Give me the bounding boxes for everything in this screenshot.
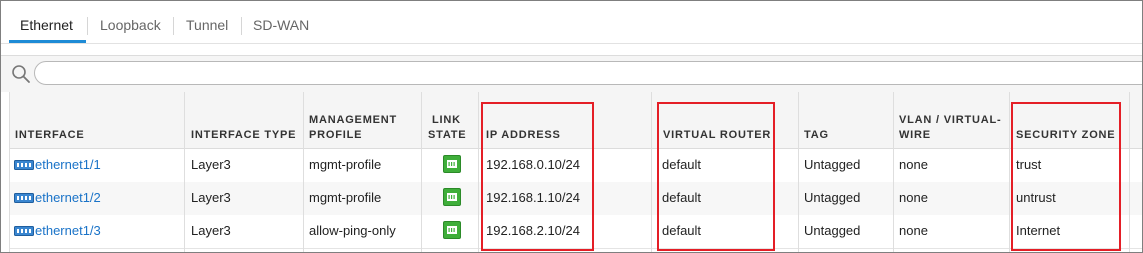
search-icon[interactable] [11, 64, 31, 84]
interface-type-cell: Layer3 [191, 223, 231, 238]
column-header-interface-type[interactable]: INTERFACE TYPE [191, 128, 296, 143]
column-header-link-state-line2[interactable]: STATE [428, 128, 466, 143]
column-divider[interactable] [893, 92, 894, 252]
virtual-router-cell: default [662, 223, 702, 238]
ip-address-cell: 192.168.0.10/24 [486, 157, 580, 172]
column-header-management-profile-line1[interactable]: MANAGEMENT [309, 113, 397, 128]
column-divider[interactable] [303, 92, 304, 252]
column-header-link-state-line1[interactable]: LINK [432, 113, 461, 128]
interfaces-panel: Ethernet Loopback Tunnel SD-WAN INTERFAC… [0, 0, 1143, 253]
interface-name: ethernet1/2 [35, 190, 101, 205]
link-up-icon [443, 221, 461, 239]
management-profile-cell: mgmt-profile [309, 190, 382, 205]
tab-sd-wan[interactable]: SD-WAN [253, 17, 309, 33]
ip-address-cell: 192.168.1.10/24 [486, 190, 580, 205]
tag-cell: Untagged [804, 190, 861, 205]
interfaces-table: INTERFACE INTERFACE TYPE MANAGEMENT PROF… [1, 92, 1142, 252]
virtual-router-cell: default [662, 190, 702, 205]
column-divider [1129, 92, 1130, 252]
interface-tabs: Ethernet Loopback Tunnel SD-WAN [1, 1, 1142, 44]
table-row[interactable]: ethernet1/2 Layer3 mgmt-profile 192.168.… [9, 182, 1142, 216]
column-header-virtual-router[interactable]: VIRTUAL ROUTER [663, 128, 771, 143]
link-up-icon [443, 188, 461, 206]
virtual-router-cell: default [662, 157, 702, 172]
interface-link[interactable]: ethernet1/1 [14, 157, 101, 172]
column-divider[interactable] [478, 92, 479, 252]
link-up-icon [443, 155, 461, 173]
ethernet-port-icon [14, 160, 34, 170]
table-row[interactable]: ethernet1/1 Layer3 mgmt-profile 192.168.… [9, 149, 1142, 183]
interface-type-cell: Layer3 [191, 190, 231, 205]
ethernet-port-icon [14, 193, 34, 203]
interface-link[interactable]: ethernet1/2 [14, 190, 101, 205]
tab-tunnel[interactable]: Tunnel [186, 17, 228, 33]
management-profile-cell: allow-ping-only [309, 223, 396, 238]
security-zone-cell: trust [1016, 157, 1042, 172]
ethernet-port-icon [14, 226, 34, 236]
column-divider[interactable] [651, 92, 652, 252]
table-header: INTERFACE INTERFACE TYPE MANAGEMENT PROF… [9, 92, 1142, 149]
security-zone-cell: untrust [1016, 190, 1056, 205]
interface-name: ethernet1/3 [35, 223, 101, 238]
interface-link[interactable]: ethernet1/3 [14, 223, 101, 238]
interface-type-cell: Layer3 [191, 157, 231, 172]
column-divider[interactable] [1009, 92, 1010, 252]
column-header-ip-address[interactable]: IP ADDRESS [486, 128, 561, 143]
management-profile-cell: mgmt-profile [309, 157, 382, 172]
active-tab-indicator [9, 40, 86, 43]
vlan-cell: none [899, 223, 928, 238]
tag-cell: Untagged [804, 157, 861, 172]
column-divider[interactable] [421, 92, 422, 252]
column-header-tag[interactable]: TAG [804, 128, 829, 143]
tab-ethernet[interactable]: Ethernet [20, 17, 73, 33]
security-zone-cell: Internet [1016, 223, 1061, 238]
tag-cell: Untagged [804, 223, 861, 238]
tab-divider [241, 17, 242, 35]
interface-name: ethernet1/1 [35, 157, 101, 172]
search-input[interactable] [34, 61, 1142, 85]
vlan-cell: none [899, 190, 928, 205]
column-divider[interactable] [184, 92, 185, 252]
column-header-vlan-line1[interactable]: VLAN / VIRTUAL- [899, 113, 1001, 128]
tab-loopback[interactable]: Loopback [100, 17, 161, 33]
table-row[interactable]: ethernet1/3 Layer3 allow-ping-only 192.1… [9, 215, 1142, 249]
filter-bar [1, 55, 1142, 93]
column-header-security-zone[interactable]: SECURITY ZONE [1016, 128, 1115, 143]
column-header-vlan-line2[interactable]: WIRE [899, 128, 931, 143]
column-header-interface[interactable]: INTERFACE [15, 128, 85, 143]
column-divider[interactable] [798, 92, 799, 252]
tab-divider [173, 17, 174, 35]
ip-address-cell: 192.168.2.10/24 [486, 223, 580, 238]
column-header-management-profile-line2[interactable]: PROFILE [309, 128, 362, 143]
vlan-cell: none [899, 157, 928, 172]
tab-divider [87, 17, 88, 35]
column-divider [9, 92, 10, 252]
